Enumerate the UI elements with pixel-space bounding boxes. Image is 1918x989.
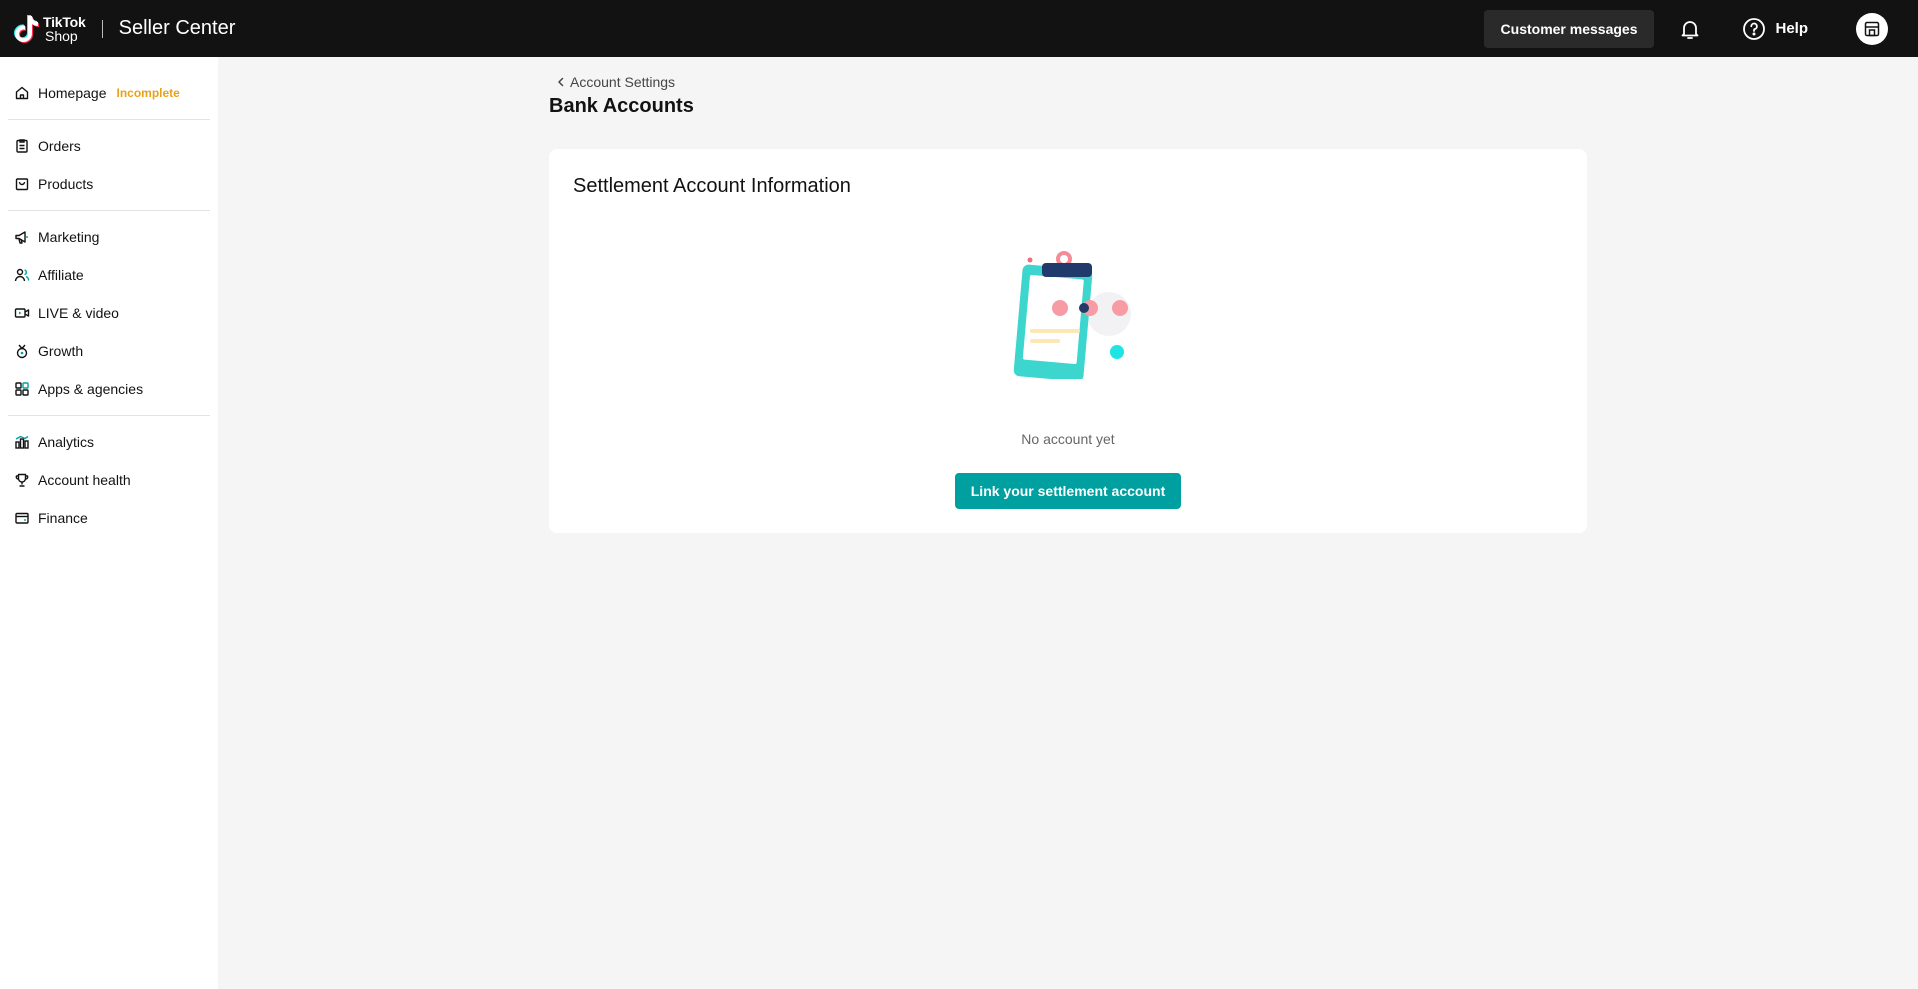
sidebar-item-label: Apps & agencies — [38, 381, 144, 397]
top-bar: TikTok Shop Seller Center Customer messa… — [0, 0, 1918, 57]
sidebar-item-homepage[interactable]: Homepage Incomplete — [0, 74, 218, 112]
card-title: Settlement Account Information — [573, 175, 851, 197]
breadcrumb[interactable]: Account Settings — [554, 74, 675, 90]
sidebar-item-products[interactable]: Products — [0, 165, 218, 203]
apps-icon — [15, 382, 29, 396]
sidebar-item-label: Homepage — [38, 85, 107, 101]
home-icon — [15, 86, 29, 100]
page-title: Bank Accounts — [549, 95, 694, 117]
sidebar-item-label: Orders — [38, 138, 81, 154]
sidebar-item-finance[interactable]: Finance — [0, 499, 218, 537]
customer-messages-button[interactable]: Customer messages — [1483, 9, 1655, 48]
sidebar-item-label: LIVE & video — [38, 305, 119, 321]
sidebar-item-marketing[interactable]: Marketing — [0, 218, 218, 256]
empty-clipboard-illustration — [1013, 251, 1131, 379]
sidebar-item-label: Account health — [38, 472, 131, 488]
brand-divider — [101, 19, 103, 38]
breadcrumb-label: Account Settings — [570, 74, 676, 90]
status-badge: Incomplete — [116, 86, 180, 100]
sidebar-item-orders[interactable]: Orders — [0, 127, 218, 165]
help-label: Help — [1775, 20, 1808, 37]
sidebar-item-live-video[interactable]: LIVE & video — [0, 294, 218, 332]
sidebar-divider — [8, 210, 210, 211]
empty-state-text: No account yet — [1021, 431, 1115, 447]
sidebar-item-label: Marketing — [38, 229, 100, 245]
sidebar-item-growth[interactable]: Growth — [0, 332, 218, 370]
sidebar-item-label: Products — [38, 176, 94, 192]
tiktok-logo-icon — [14, 14, 39, 43]
logo-line-2: Shop — [45, 27, 78, 44]
help-circle-icon — [1743, 17, 1766, 40]
sidebar-item-analytics[interactable]: Analytics — [0, 423, 218, 461]
bag-icon — [15, 178, 29, 191]
sidebar-item-label: Growth — [38, 343, 84, 359]
chart-icon — [15, 435, 29, 449]
sidebar-divider — [8, 415, 210, 416]
sidebar-item-label: Analytics — [38, 434, 95, 450]
bell-icon[interactable] — [1678, 17, 1702, 41]
settlement-account-card: Settlement Account Information No accoun… — [549, 149, 1587, 533]
sidebar-item-affiliate[interactable]: Affiliate — [0, 256, 218, 294]
sidebar: Homepage Incomplete Orders Products Mark… — [0, 57, 218, 989]
wallet-icon — [15, 512, 29, 524]
brand[interactable]: TikTok Shop Seller Center — [13, 14, 235, 44]
sidebar-divider — [8, 119, 210, 120]
sidebar-item-label: Affiliate — [38, 267, 84, 283]
store-icon — [1864, 21, 1880, 36]
app-title: Seller Center — [118, 17, 236, 39]
video-icon — [14, 308, 30, 318]
logo-wordmark: TikTok Shop — [43, 15, 86, 43]
trophy-icon — [15, 473, 29, 487]
logo-line-1: TikTok — [43, 13, 86, 30]
sidebar-item-label: Finance — [38, 510, 88, 526]
megaphone-icon — [15, 231, 28, 244]
sidebar-item-account-health[interactable]: Account health — [0, 461, 218, 499]
clipboard-icon — [16, 139, 28, 153]
chevron-left-icon — [558, 77, 564, 87]
link-settlement-account-button[interactable]: Link your settlement account — [955, 473, 1181, 509]
sidebar-item-apps-agencies[interactable]: Apps & agencies — [0, 370, 218, 408]
medal-icon — [16, 344, 28, 359]
people-icon — [14, 268, 30, 282]
top-right-actions: Customer messages Help — [1483, 0, 1918, 57]
avatar[interactable] — [1856, 12, 1888, 45]
help-button[interactable]: Help — [1742, 17, 1808, 41]
